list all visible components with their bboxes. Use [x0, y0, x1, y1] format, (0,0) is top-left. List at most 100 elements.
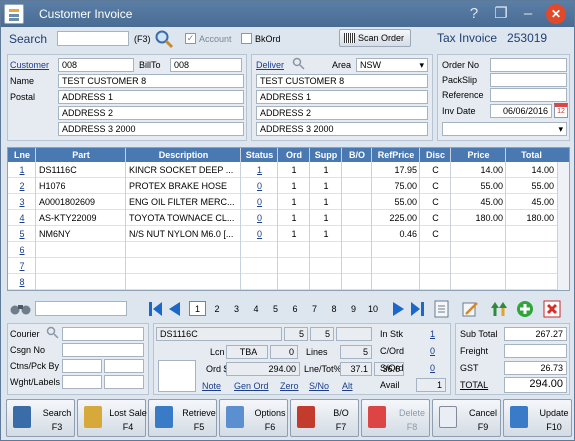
sno-link[interactable]: S/No: [309, 381, 329, 391]
page-10-button[interactable]: 10: [365, 301, 382, 316]
postal-address2-input[interactable]: ADDRESS 2: [58, 106, 244, 120]
sort-arrows-icon[interactable]: [490, 300, 508, 318]
cell-status[interactable]: 1: [244, 165, 275, 175]
account-checkbox[interactable]: ✓: [185, 33, 196, 44]
postal-address1-input[interactable]: ADDRESS 1: [58, 90, 244, 104]
cell-lne[interactable]: 6: [11, 245, 33, 255]
close-icon[interactable]: ✕: [546, 4, 566, 24]
weight-input[interactable]: [62, 375, 102, 389]
table-row[interactable]: 2 H1076 PROTEX BRAKE HOSE 0 1 1 75.00 C 55.00 55.…: [8, 178, 569, 194]
column-header-ord[interactable]: Ord: [278, 150, 310, 160]
scan-order-button[interactable]: Scan Order: [339, 29, 411, 47]
cell-lne[interactable]: 7: [11, 261, 33, 271]
invoice-options-select[interactable]: ▾: [442, 122, 567, 136]
note-link[interactable]: Note: [202, 381, 221, 391]
column-header-lne[interactable]: Lne: [8, 150, 36, 160]
table-row[interactable]: 8: [8, 274, 569, 290]
alt-link[interactable]: Alt: [342, 381, 353, 391]
page-4-button[interactable]: 4: [248, 301, 265, 316]
invdate-input[interactable]: 06/06/2016: [490, 104, 552, 118]
packslip-input[interactable]: [490, 73, 567, 87]
b-o-button[interactable]: B/O F7: [290, 399, 359, 437]
cell-lne[interactable]: 1: [11, 165, 33, 175]
area-select[interactable]: NSW ▾: [356, 58, 428, 72]
pck-by-input[interactable]: [104, 359, 144, 373]
instk-link[interactable]: 1: [430, 329, 435, 339]
grid-scrollbar[interactable]: [557, 162, 569, 290]
reference-input[interactable]: [490, 88, 567, 102]
column-header-disc[interactable]: Disc: [420, 150, 451, 160]
courier-search-icon[interactable]: [46, 326, 59, 339]
help-icon[interactable]: ?: [464, 4, 484, 24]
cell-lne[interactable]: 3: [11, 197, 33, 207]
sord-link[interactable]: 0: [430, 363, 435, 373]
page-5-button[interactable]: 5: [267, 301, 284, 316]
deliver-address3-input[interactable]: ADDRESS 3 2000: [256, 122, 428, 136]
lost-sale-button[interactable]: Lost Sale F4: [77, 399, 147, 437]
column-header-status[interactable]: Status: [241, 150, 278, 160]
options-button[interactable]: Options F6: [219, 399, 288, 437]
gen-ord-link[interactable]: Gen Ord: [234, 381, 269, 391]
deliver-address2-input[interactable]: ADDRESS 2: [256, 106, 428, 120]
calendar-icon[interactable]: 12: [554, 103, 568, 118]
cell-status[interactable]: 0: [244, 197, 275, 207]
cord-link[interactable]: 0: [430, 346, 435, 356]
table-row[interactable]: 5 NM6NY N/S NUT NYLON M6.0 [... 0 1 1 0.46 C: [8, 226, 569, 242]
next-page-icon[interactable]: [393, 302, 404, 316]
orderno-input[interactable]: [490, 58, 567, 72]
grid-find-input[interactable]: [35, 301, 127, 316]
column-header-refprice[interactable]: RefPrice: [372, 150, 420, 160]
page-7-button[interactable]: 7: [306, 301, 323, 316]
table-row[interactable]: 3 A0001802609 ENG OIL FILTER MERC... 0 1 1 55.…: [8, 194, 569, 210]
delete-button[interactable]: Delete F8: [361, 399, 430, 437]
column-header-supp[interactable]: Supp: [310, 150, 342, 160]
zero-link[interactable]: Zero: [280, 381, 299, 391]
ctns-input[interactable]: [62, 359, 102, 373]
deliver-search-icon[interactable]: [292, 57, 305, 70]
retrieve-button[interactable]: Retrieve F5: [148, 399, 217, 437]
search-button[interactable]: Search F3: [6, 399, 75, 437]
postal-address3-input[interactable]: ADDRESS 3 2000: [58, 122, 244, 136]
customer-code-input[interactable]: 008: [58, 58, 134, 72]
cell-lne[interactable]: 5: [11, 229, 33, 239]
page-9-button[interactable]: 9: [345, 301, 362, 316]
edit-note-icon[interactable]: [461, 300, 479, 318]
first-page-icon[interactable]: [149, 302, 162, 316]
restore-icon[interactable]: ❐: [491, 4, 511, 24]
deliver-address1-input[interactable]: ADDRESS 1: [256, 90, 428, 104]
cell-lne[interactable]: 8: [11, 277, 33, 287]
page-1-button[interactable]: 1: [189, 301, 206, 316]
column-header-total[interactable]: Total: [506, 150, 557, 160]
table-row[interactable]: 4 AS-KTY22009 TOYOTA TOWNACE CL... 0 1 1 225.0…: [8, 210, 569, 226]
customer-link[interactable]: Customer: [10, 60, 49, 70]
customer-name-input[interactable]: TEST CUSTOMER 8: [58, 74, 244, 88]
cell-status[interactable]: 0: [244, 229, 275, 239]
deliver-link[interactable]: Deliver: [256, 60, 284, 70]
search-input[interactable]: [57, 31, 129, 46]
add-line-icon[interactable]: [516, 300, 534, 318]
delete-line-icon[interactable]: [543, 300, 561, 318]
document-list-icon[interactable]: [433, 300, 451, 318]
billto-input[interactable]: 008: [170, 58, 242, 72]
courier-input[interactable]: [62, 327, 144, 341]
cancel-button[interactable]: Cancel F9: [432, 399, 501, 437]
deliver-name-input[interactable]: TEST CUSTOMER 8: [256, 74, 428, 88]
column-header-price[interactable]: Price: [451, 150, 506, 160]
page-8-button[interactable]: 8: [326, 301, 343, 316]
table-row[interactable]: 7: [8, 258, 569, 274]
last-page-icon[interactable]: [411, 302, 424, 316]
cell-lne[interactable]: 2: [11, 181, 33, 191]
binoculars-icon[interactable]: [9, 300, 33, 316]
column-header-part[interactable]: Part: [36, 150, 126, 160]
minimize-icon[interactable]: –: [518, 4, 538, 24]
freight-input[interactable]: [504, 344, 567, 358]
cell-status[interactable]: 0: [244, 213, 275, 223]
bkord-checkbox[interactable]: [241, 33, 252, 44]
table-row[interactable]: 6: [8, 242, 569, 258]
labels-input[interactable]: [104, 375, 144, 389]
page-2-button[interactable]: 2: [209, 301, 226, 316]
column-header-b-o[interactable]: B/O: [342, 150, 372, 160]
magnifier-icon[interactable]: [154, 29, 174, 49]
update-button[interactable]: Update F10: [503, 399, 572, 437]
cell-lne[interactable]: 4: [11, 213, 33, 223]
